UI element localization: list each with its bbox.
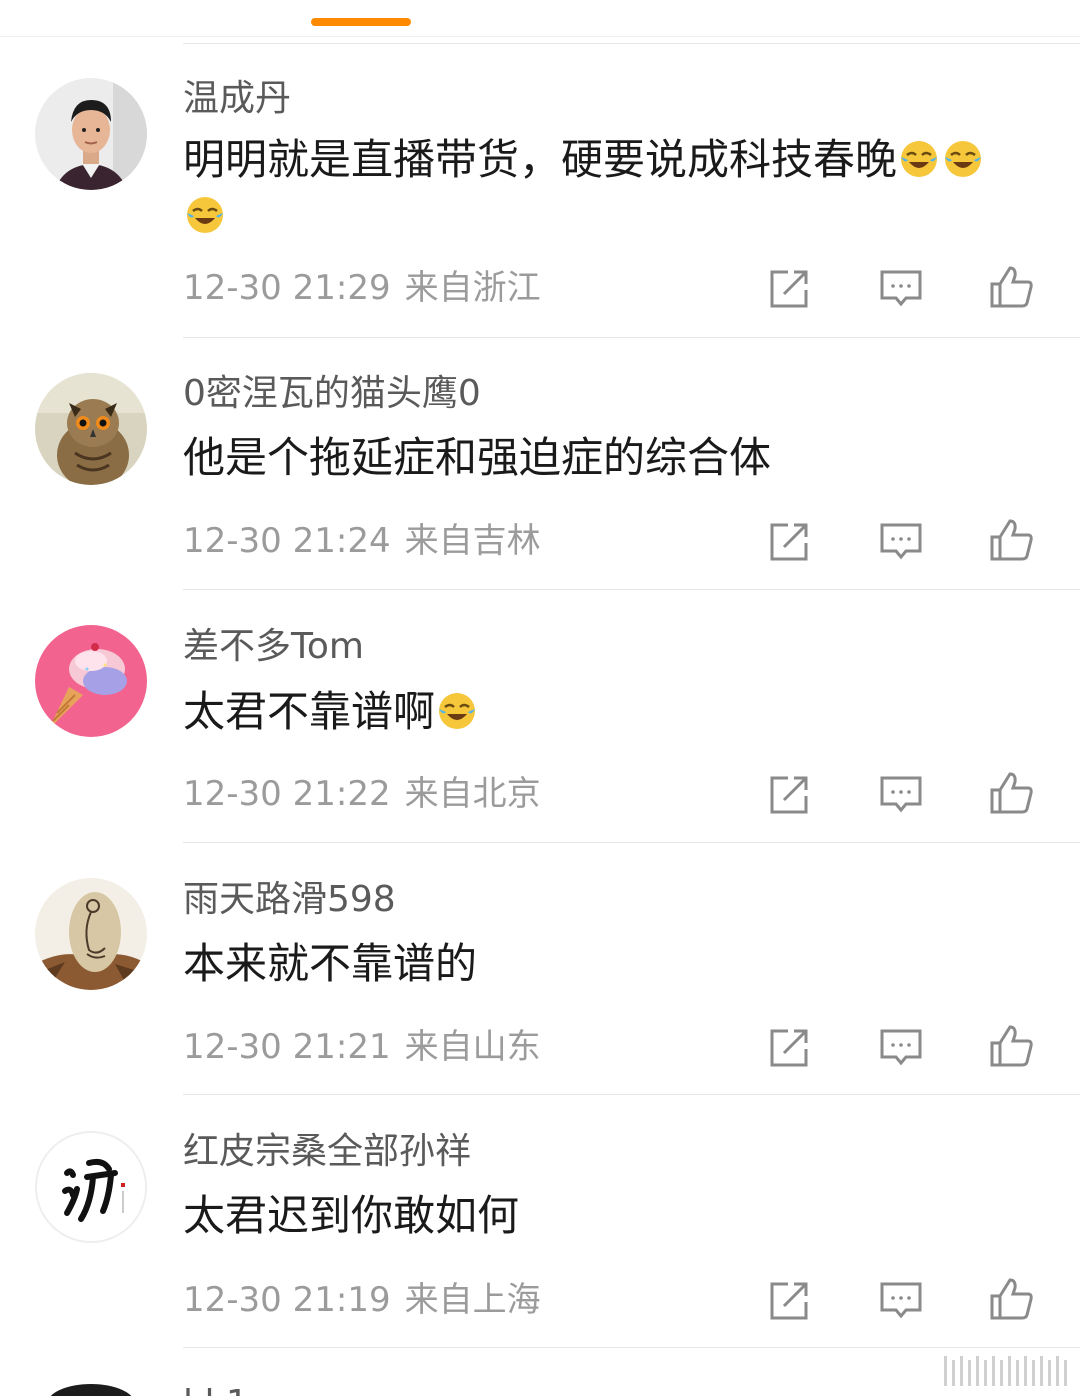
comment-text-content: 太君迟到你敢如何 bbox=[183, 1191, 520, 1240]
like-button[interactable] bbox=[988, 1276, 1034, 1322]
comment-author[interactable]: 差不多Tom bbox=[183, 625, 364, 669]
comment-icon bbox=[880, 523, 922, 560]
comment-text: 太君迟到你敢如何 bbox=[183, 1188, 1043, 1244]
comment-meta: 12-30 21:22 来自北京 bbox=[183, 774, 541, 814]
comment-location: 来自山东 bbox=[404, 1027, 541, 1067]
share-button[interactable] bbox=[766, 1278, 812, 1324]
comment-button[interactable] bbox=[878, 519, 924, 565]
avatar[interactable] bbox=[35, 373, 147, 485]
like-icon bbox=[990, 266, 1033, 308]
comment-icon bbox=[880, 270, 922, 307]
laugh-cry-emoji-icon bbox=[184, 194, 226, 236]
like-button[interactable] bbox=[988, 770, 1034, 816]
laugh-cry-emoji-icon bbox=[942, 138, 984, 180]
share-button[interactable] bbox=[766, 519, 812, 565]
comment-text: 太君不靠谱啊 bbox=[183, 684, 1043, 740]
share-button[interactable] bbox=[766, 266, 812, 312]
share-icon bbox=[770, 1282, 808, 1320]
avatar-calligraphy-image bbox=[37, 1133, 145, 1241]
comment-time: 12-30 21:22 bbox=[183, 774, 391, 814]
list-top-divider bbox=[183, 43, 1080, 44]
share-icon bbox=[770, 270, 808, 308]
comment-divider bbox=[183, 1094, 1080, 1095]
comment-location: 来自吉林 bbox=[404, 521, 541, 561]
comment-button[interactable] bbox=[878, 266, 924, 312]
like-icon bbox=[990, 1278, 1033, 1320]
like-icon bbox=[990, 1025, 1033, 1067]
comment-divider bbox=[183, 589, 1080, 590]
comment-author[interactable]: 红皮宗桑全部孙祥 bbox=[183, 1130, 471, 1174]
avatar-owl-image bbox=[35, 373, 147, 485]
avatar-icecream-image bbox=[35, 625, 147, 737]
comment-time: 12-30 21:24 bbox=[183, 521, 391, 561]
comment-author[interactable]: l l 1 bbox=[183, 1382, 249, 1396]
comment-time: 12-30 21:21 bbox=[183, 1027, 391, 1067]
avatar[interactable] bbox=[35, 625, 147, 737]
comment-divider bbox=[183, 842, 1080, 843]
header-divider bbox=[0, 36, 1080, 37]
share-icon bbox=[770, 523, 808, 561]
comment-author[interactable]: 0密涅瓦的猫头鹰0 bbox=[183, 372, 481, 416]
comment-button[interactable] bbox=[878, 1278, 924, 1324]
comment-text-content: 太君不靠谱啊 bbox=[183, 687, 436, 736]
laugh-cry-emoji-icon bbox=[898, 138, 940, 180]
comment-text-content: 明明就是直播带货，硬要说成科技春晚 bbox=[183, 135, 898, 184]
comment-button[interactable] bbox=[878, 772, 924, 818]
avatar-stone-image bbox=[35, 878, 147, 990]
share-icon bbox=[770, 776, 808, 814]
avatar-man-image bbox=[35, 78, 147, 190]
comment-text: 本来就不靠谱的 bbox=[183, 936, 1043, 992]
avatar[interactable] bbox=[35, 1131, 147, 1243]
comment-author[interactable]: 雨天路滑598 bbox=[183, 878, 396, 922]
comment-author[interactable]: 温成丹 bbox=[183, 77, 291, 121]
comment-text: 明明就是直播带货，硬要说成科技春晚 bbox=[183, 132, 1043, 244]
comment-icon bbox=[880, 776, 922, 813]
comment-icon bbox=[880, 1029, 922, 1066]
share-button[interactable] bbox=[766, 1025, 812, 1071]
comment-meta: 12-30 21:24 来自吉林 bbox=[183, 521, 541, 561]
like-icon bbox=[990, 519, 1033, 561]
comment-meta: 12-30 21:29 来自浙江 bbox=[183, 268, 541, 308]
like-icon bbox=[990, 772, 1033, 814]
comment-time: 12-30 21:19 bbox=[183, 1280, 391, 1320]
comment-divider bbox=[183, 337, 1080, 338]
comment-text-content: 本来就不靠谱的 bbox=[183, 939, 478, 988]
active-tab-indicator bbox=[311, 18, 411, 26]
laugh-cry-emoji-icon bbox=[436, 690, 478, 732]
like-button[interactable] bbox=[988, 517, 1034, 563]
comment-location: 来自北京 bbox=[404, 774, 541, 814]
share-button[interactable] bbox=[766, 772, 812, 818]
comment-text: 他是个拖延症和强迫症的综合体 bbox=[183, 430, 1043, 486]
avatar[interactable] bbox=[35, 78, 147, 190]
comment-meta: 12-30 21:21 来自山东 bbox=[183, 1027, 541, 1067]
avatar[interactable] bbox=[35, 878, 147, 990]
share-icon bbox=[770, 1029, 808, 1067]
avatar[interactable] bbox=[47, 1384, 135, 1396]
like-button[interactable] bbox=[988, 1023, 1034, 1069]
comment-text-content: 他是个拖延症和强迫症的综合体 bbox=[183, 433, 772, 482]
comment-location: 来自浙江 bbox=[404, 268, 541, 308]
comment-time: 12-30 21:29 bbox=[183, 268, 391, 308]
comment-divider bbox=[183, 1347, 1080, 1348]
comment-meta: 12-30 21:19 来自上海 bbox=[183, 1280, 541, 1320]
comment-icon bbox=[880, 1282, 922, 1319]
comment-location: 来自上海 bbox=[404, 1280, 541, 1320]
like-button[interactable] bbox=[988, 264, 1034, 310]
comment-button[interactable] bbox=[878, 1025, 924, 1071]
